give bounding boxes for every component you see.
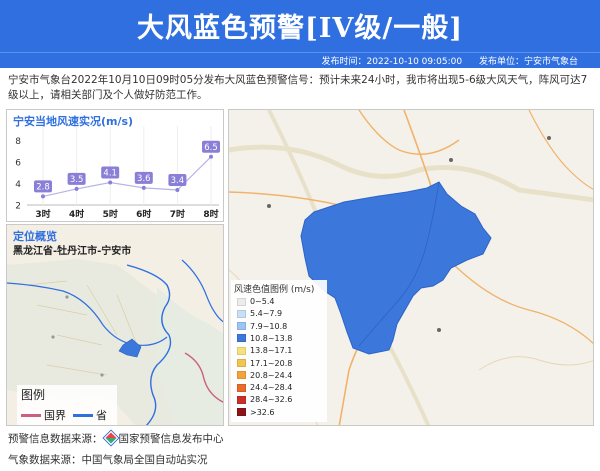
data-point <box>141 185 146 190</box>
warning-source-label: 预警信息数据来源： <box>8 433 103 445</box>
data-label: 3.6 <box>137 174 151 184</box>
data-label: 3.4 <box>171 176 185 186</box>
data-point <box>108 180 113 185</box>
warning-description: 宁安市气象台2022年10月10日09时05分发布大风蓝色预警信号：预计未来24… <box>8 74 588 101</box>
weather-source: 气象数据来源：中国气象局全国自动站实况 <box>8 454 208 466</box>
color-legend-label: 5.4~7.9 <box>250 309 283 319</box>
warning-source-org: 国家预警信息发布中心 <box>118 433 224 445</box>
x-tick-label: 5时 <box>103 208 118 220</box>
color-legend-label: 28.4~32.6 <box>250 395 293 405</box>
y-tick-label: 4 <box>15 180 21 190</box>
warning-source: 预警信息数据来源： 国家预警信息发布中心 <box>8 430 224 446</box>
x-tick-label: 3时 <box>35 208 50 220</box>
legend-title: 图例 <box>21 388 46 402</box>
page-title: 大风蓝色预警[IV级/一般] <box>137 13 463 44</box>
color-legend-item: 24.4~28.4 <box>237 383 292 393</box>
color-swatch <box>237 334 246 343</box>
color-legend-title: 风速色值图例 (m/s) <box>234 285 315 295</box>
x-tick-label: 7时 <box>170 208 185 220</box>
data-label: 4.1 <box>103 169 117 179</box>
color-swatch <box>237 408 246 417</box>
data-point <box>74 186 79 191</box>
publish-unit: 发布单位：宁安市气象台 <box>478 57 578 67</box>
x-tick-label: 4时 <box>69 208 84 220</box>
warning-center-logo-icon <box>103 430 118 446</box>
y-tick-label: 2 <box>15 202 21 212</box>
color-legend-label: 20.8~24.4 <box>250 370 293 380</box>
data-label: 6.5 <box>204 143 218 153</box>
color-legend-item: 17.1~20.8 <box>237 359 292 369</box>
location-panel: 定位概览 黑龙江省-牡丹江市-宁安市 图例 国界 省界 <box>6 224 224 426</box>
color-swatch <box>237 297 246 306</box>
y-tick-label: 8 <box>15 137 21 147</box>
color-legend-label: 7.9~10.8 <box>250 321 288 331</box>
header-bar: 大风蓝色预警[IV级/一般] <box>0 0 600 52</box>
color-swatch <box>237 371 246 380</box>
wind-speed-chart: 2 4 6 8 3时 4时 5时 6时 7时 8时 2.8 3.5 4.1 3.6 3.4 6.5 <box>15 126 220 220</box>
color-swatch <box>237 322 246 331</box>
province-border-swatch <box>73 414 93 417</box>
color-legend-item: 28.4~32.6 <box>237 395 292 405</box>
color-legend: 风速色值图例 (m/s) 0~5.4 5.4~7.9 7.9~10.8 10.8~13… <box>231 280 327 422</box>
color-swatch <box>237 383 246 392</box>
color-legend-label: 0~5.4 <box>250 297 275 306</box>
y-tick-label: 6 <box>15 159 21 169</box>
color-legend-label: >32.6 <box>250 407 275 417</box>
data-label: 3.5 <box>70 175 84 185</box>
color-swatch <box>237 309 246 318</box>
data-point <box>209 154 213 159</box>
data-point <box>175 188 180 192</box>
data-label: 2.8 <box>36 182 50 192</box>
color-legend-label: 24.4~28.4 <box>250 383 293 393</box>
warning-map[interactable]: 风速色值图例 (m/s) 0~5.4 5.4~7.9 7.9~10.8 10.8~13… <box>228 109 594 426</box>
color-legend-item: 5.4~7.9 <box>237 309 282 319</box>
publish-time: 发布时间：2022-10-10 09:05:00 <box>321 57 463 67</box>
color-legend-item: 13.8~17.1 <box>237 346 292 356</box>
location-path: 黑龙江省-牡丹江市-宁安市 <box>13 246 132 257</box>
color-legend-item: 0~5.4 <box>237 297 275 307</box>
x-tick-label: 6时 <box>136 208 151 220</box>
color-legend-label: 17.1~20.8 <box>250 358 293 368</box>
color-swatch <box>237 395 246 404</box>
country-border-swatch <box>21 414 41 417</box>
overview-legend: 图例 国界 省界 <box>17 385 117 425</box>
wind-speed-panel: 宁安当地风速实况(m/s) 2 4 6 8 3时 4时 5时 6时 7时 8时 2.8 3.5 4.1 3… <box>6 109 224 222</box>
legend-country: 国界 <box>44 409 66 422</box>
color-legend-item: 7.9~10.8 <box>237 322 287 332</box>
x-tick-label: 8时 <box>203 208 218 220</box>
data-point <box>41 194 45 199</box>
color-legend-label: 10.8~13.8 <box>250 333 293 343</box>
legend-province: 省界 <box>96 409 107 422</box>
meta-bar: 发布时间：2022-10-10 09:05:00 发布单位：宁安市气象台 <box>0 52 600 68</box>
color-legend-item: 20.8~24.4 <box>237 371 292 381</box>
color-swatch <box>237 346 246 355</box>
color-legend-label: 13.8~17.1 <box>250 346 293 356</box>
color-legend-item: 10.8~13.8 <box>237 334 292 344</box>
color-swatch <box>237 359 246 367</box>
meta-info: 发布时间：2022-10-10 09:05:00 发布单位：宁安市气象台 <box>308 54 578 67</box>
color-legend-item: >32.6 <box>237 408 275 418</box>
